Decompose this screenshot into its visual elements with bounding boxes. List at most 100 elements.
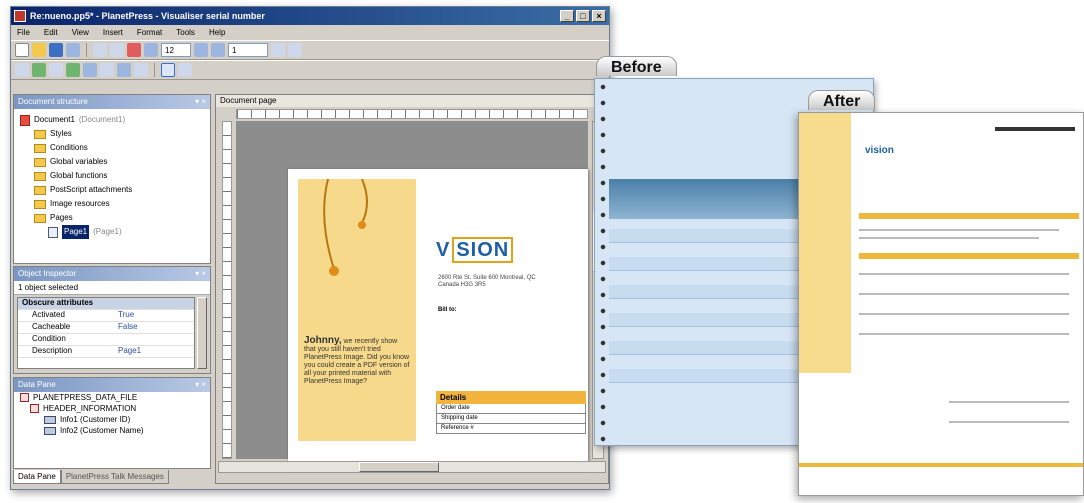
pin-icon[interactable]: ▾ × xyxy=(195,97,206,107)
window-title: Re:nueno.pp5* - PlanetPress - Visualiser… xyxy=(30,11,265,21)
copy-icon[interactable] xyxy=(110,43,124,57)
tree-item-postscript[interactable]: PostScript attachments xyxy=(20,183,204,197)
tree-item-conditions[interactable]: Conditions xyxy=(20,141,204,155)
panel-title-text: Object Inspector xyxy=(18,269,77,278)
page-next-icon[interactable] xyxy=(288,43,302,57)
tree-label: Global variables xyxy=(50,157,108,166)
vision-logo[interactable]: V SION xyxy=(436,237,514,263)
data-tree-row[interactable]: HEADER_INFORMATION xyxy=(14,403,210,414)
zoom-combo[interactable]: 12 xyxy=(161,43,191,57)
save-icon[interactable] xyxy=(49,43,63,57)
cut-icon[interactable] xyxy=(93,43,107,57)
delete-icon[interactable] xyxy=(127,43,141,57)
tree-item-pages[interactable]: Pages xyxy=(20,211,204,225)
property-row[interactable]: Condition xyxy=(18,334,194,346)
menu-tools[interactable]: Tools xyxy=(176,28,195,37)
minimize-button[interactable]: _ xyxy=(560,10,574,22)
property-value[interactable] xyxy=(118,334,194,345)
pin-icon[interactable]: ▾ × xyxy=(195,380,206,390)
tree-item-document[interactable]: Document1 (Document1) xyxy=(20,113,204,127)
zoom-in-icon[interactable] xyxy=(194,43,208,57)
folder-icon xyxy=(34,171,46,181)
menu-edit[interactable]: Edit xyxy=(44,28,58,37)
layer-icon[interactable] xyxy=(178,63,192,77)
tab-data-pane[interactable]: Data Pane xyxy=(13,470,61,484)
bill-to-label[interactable]: Bill to: xyxy=(438,307,457,313)
tree-item-page1[interactable]: Page1 (Page1) xyxy=(20,225,204,239)
open-icon[interactable] xyxy=(32,43,46,57)
undo-icon[interactable] xyxy=(144,43,158,57)
print-icon[interactable] xyxy=(66,43,80,57)
document-icon xyxy=(20,114,30,126)
menu-view[interactable]: View xyxy=(72,28,89,37)
property-row[interactable]: Description Page1 xyxy=(18,346,194,358)
tree-label: Image resources xyxy=(50,199,110,208)
pin-icon[interactable]: ▾ × xyxy=(195,269,206,279)
company-address[interactable]: 2600 Rte St. Suite 600 Montreal, QC Cana… xyxy=(438,275,548,289)
document-page[interactable]: Johnny, we recently show that you still … xyxy=(288,169,588,469)
folder-icon xyxy=(34,185,46,195)
before-label: Before xyxy=(596,56,677,76)
menu-format[interactable]: Format xyxy=(137,28,162,37)
maximize-button[interactable]: □ xyxy=(576,10,590,22)
align-icon[interactable] xyxy=(161,63,175,77)
tree-label: Page1 xyxy=(62,225,90,239)
toolbar-separator xyxy=(154,63,155,77)
page-prev-icon[interactable] xyxy=(271,43,285,57)
promo-text[interactable]: Johnny, we recently show that you still … xyxy=(304,336,410,386)
data-tree-row[interactable]: Info2 (Customer Name) xyxy=(14,425,210,436)
property-group[interactable]: Obscure attributes xyxy=(18,298,194,310)
table-icon[interactable] xyxy=(117,63,131,77)
object-inspector-panel: Object Inspector ▾ × 1 object selected O… xyxy=(13,266,211,374)
tab-talk-messages[interactable]: PlanetPress Talk Messages xyxy=(60,470,169,484)
page-combo[interactable]: 1 xyxy=(228,43,268,57)
property-grid: Obscure attributes Activated True Cacheab… xyxy=(17,297,195,369)
panel-title-text: Document structure xyxy=(18,97,88,106)
tree-item-styles[interactable]: Styles xyxy=(20,127,204,141)
details-row: Order date xyxy=(436,404,586,414)
new-icon[interactable] xyxy=(15,43,29,57)
data-tree-row[interactable]: PLANETPRESS_DATA_FILE xyxy=(14,392,210,403)
image-icon[interactable] xyxy=(32,63,46,77)
document-page-title: Document page xyxy=(216,95,608,107)
tree-item-global-variables[interactable]: Global variables xyxy=(20,155,204,169)
tree-item-image-resources[interactable]: Image resources xyxy=(20,197,204,211)
property-key: Description xyxy=(32,346,73,355)
promo-band[interactable] xyxy=(298,178,416,441)
select-icon[interactable] xyxy=(15,63,29,77)
data-selection-icon[interactable] xyxy=(134,63,148,77)
menu-file[interactable]: File xyxy=(17,28,30,37)
chart-icon[interactable] xyxy=(100,63,114,77)
tree-item-global-functions[interactable]: Global functions xyxy=(20,169,204,183)
property-value[interactable]: Page1 xyxy=(118,346,194,357)
tree-label: PostScript attachments xyxy=(50,185,133,194)
data-field-icon xyxy=(44,426,56,435)
property-row[interactable]: Activated True xyxy=(18,310,194,322)
scroll-thumb[interactable] xyxy=(359,462,439,472)
property-value[interactable]: False xyxy=(118,322,194,333)
details-table[interactable]: Details Order date Shipping date Referen… xyxy=(436,391,586,434)
horizontal-scrollbar[interactable] xyxy=(218,461,606,473)
after-header-bar xyxy=(859,213,1079,219)
after-text-line xyxy=(859,333,1069,335)
text-icon[interactable] xyxy=(49,63,63,77)
app-icon xyxy=(14,10,26,22)
menu-help[interactable]: Help xyxy=(209,28,225,37)
barcode-icon[interactable] xyxy=(83,63,97,77)
tree-suffix: (Page1) xyxy=(93,227,122,236)
inspector-scrollbar[interactable] xyxy=(197,297,207,369)
after-text-line xyxy=(859,273,1069,275)
menu-insert[interactable]: Insert xyxy=(103,28,123,37)
property-key: Cacheable xyxy=(32,322,71,331)
data-tree-row[interactable]: Info1 (Customer ID) xyxy=(14,414,210,425)
data-tree-label: PLANETPRESS_DATA_FILE xyxy=(33,393,138,402)
vertical-ruler xyxy=(222,121,232,459)
panel-title: Data Pane ▾ × xyxy=(14,378,210,392)
page-canvas[interactable]: Johnny, we recently show that you still … xyxy=(236,121,588,469)
property-row[interactable]: Cacheable False xyxy=(18,322,194,334)
shape-icon[interactable] xyxy=(66,63,80,77)
close-button[interactable]: × xyxy=(592,10,606,22)
property-value[interactable]: True xyxy=(118,310,194,321)
promo-body: we recently show that you still haven't … xyxy=(304,338,410,385)
zoom-out-icon[interactable] xyxy=(211,43,225,57)
